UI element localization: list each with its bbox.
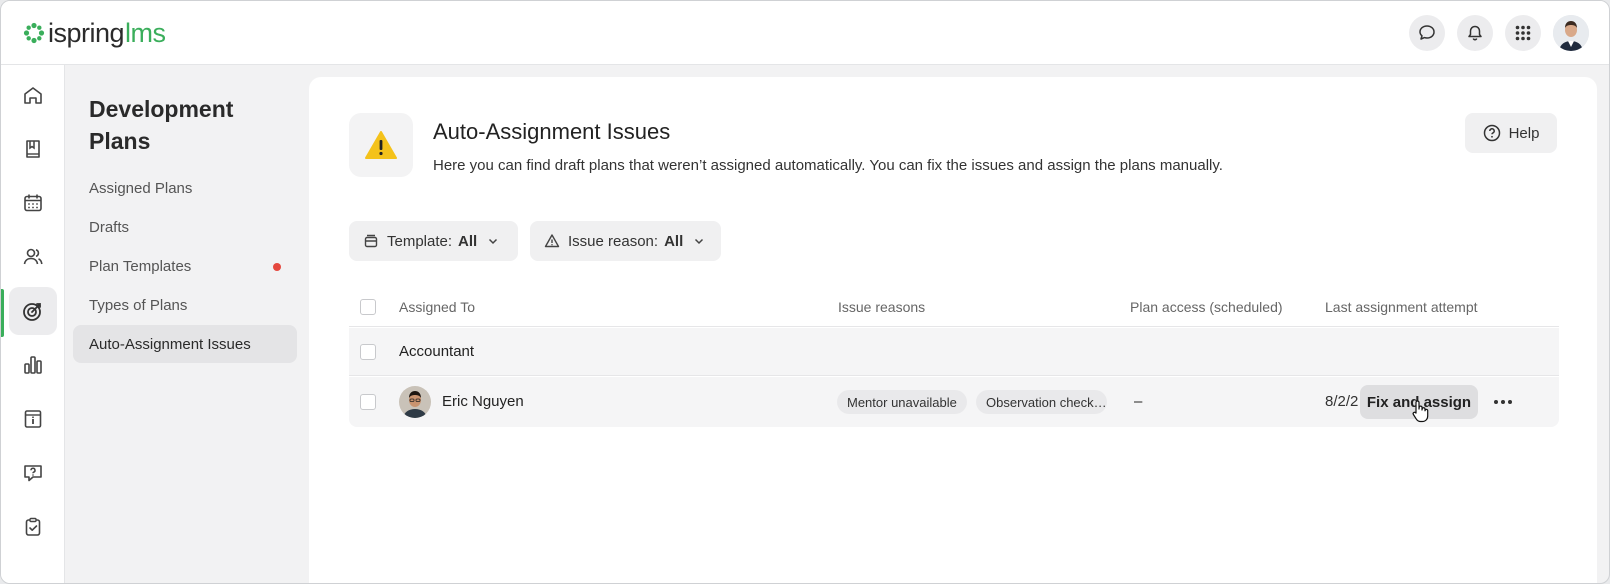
nav-plan-templates[interactable]: Plan Templates: [73, 247, 297, 285]
notification-dot: [273, 263, 281, 271]
user-avatar[interactable]: [1553, 15, 1589, 51]
book-icon: [26, 140, 40, 158]
nav-label: Types of Plans: [89, 296, 188, 314]
rail-users[interactable]: [9, 233, 57, 281]
help-label: Help: [1508, 124, 1540, 142]
notifications-button[interactable]: [1457, 15, 1493, 51]
rail-courses[interactable]: [9, 125, 57, 173]
chevron-down-icon: [489, 238, 498, 245]
home-icon: [24, 87, 42, 104]
page-description: Here you can find draft plans that weren…: [433, 157, 1223, 174]
brand-suffix: lms: [125, 17, 166, 48]
column-assigned-to[interactable]: Assigned To: [399, 299, 475, 315]
logo-icon: [23, 22, 45, 44]
last-attempt-value: 8/2/2: [1325, 393, 1359, 410]
select-all-checkbox[interactable]: [360, 299, 376, 315]
nav-label: Plan Templates: [89, 257, 192, 275]
app-window: ispring lms Development Plans Assigned P…: [0, 0, 1610, 584]
question-chat-icon: [24, 465, 42, 482]
rail-tasks[interactable]: [9, 503, 57, 551]
issue-reason-filter[interactable]: Issue reason: All: [530, 221, 721, 261]
clipboard-check-icon: [25, 517, 41, 536]
nav-drafts[interactable]: Drafts: [73, 208, 297, 246]
nav-label: Auto-Assignment Issues: [89, 335, 251, 353]
issue-chip-observation: Observation check…: [976, 390, 1107, 414]
warning-outline-icon: [544, 234, 560, 248]
brand-name: ispring: [48, 17, 125, 48]
rail-development-plans[interactable]: [9, 287, 57, 335]
filter-value: All: [664, 232, 684, 250]
users-icon: [23, 248, 43, 265]
row-checkbox[interactable]: [360, 394, 376, 410]
rail-active-marker: [1, 289, 4, 337]
bell-icon: [1468, 25, 1482, 41]
table-header: Assigned To Issue reasons Plan access (s…: [349, 287, 1559, 327]
column-issue-reasons[interactable]: Issue reasons: [838, 299, 925, 315]
column-last-assignment[interactable]: Last assignment attempt: [1325, 299, 1478, 315]
group-checkbox[interactable]: [360, 344, 376, 360]
page-title: Auto-Assignment Issues: [433, 119, 671, 144]
person-avatar: [399, 386, 431, 418]
calendar-icon: [24, 194, 42, 212]
section-nav: Development Plans Assigned Plans Drafts …: [65, 65, 309, 583]
rail-questions[interactable]: [9, 449, 57, 497]
rail-reports[interactable]: [9, 341, 57, 389]
main-content: Auto-Assignment Issues Here you can find…: [309, 77, 1597, 583]
filter-label: Issue reason:: [568, 232, 659, 250]
issue-chip-mentor: Mentor unavailable: [837, 390, 967, 414]
warning-icon: [365, 131, 397, 159]
help-button[interactable]: Help: [1465, 113, 1557, 153]
person-name[interactable]: Eric Nguyen: [442, 393, 524, 410]
apps-grid-icon: [1515, 25, 1531, 41]
rail-info[interactable]: [9, 395, 57, 443]
chat-icon: [1419, 25, 1435, 40]
plan-access-value: –: [1134, 393, 1143, 410]
nav-label: Assigned Plans: [89, 179, 193, 197]
template-icon: [364, 234, 378, 248]
rail-calendar[interactable]: [9, 179, 57, 227]
column-plan-access[interactable]: Plan access (scheduled): [1130, 299, 1283, 315]
chevron-down-icon: [695, 238, 704, 245]
more-horizontal-icon: [1494, 400, 1512, 404]
top-bar: ispring lms: [1, 1, 1609, 65]
hand-cursor-icon: [1412, 400, 1429, 423]
warning-badge: [349, 113, 413, 177]
bar-chart-icon: [24, 356, 42, 374]
messages-button[interactable]: [1409, 15, 1445, 51]
rail-home[interactable]: [9, 71, 57, 119]
section-title: Development Plans: [89, 96, 234, 154]
filter-value: All: [458, 232, 478, 250]
row-more-button[interactable]: [1489, 390, 1517, 414]
group-label: Accountant: [399, 343, 475, 360]
nav-label: Drafts: [89, 218, 130, 236]
user-avatar-image: [1553, 15, 1589, 51]
help-circle-icon: [1483, 124, 1500, 142]
brand-logo[interactable]: ispring lms: [23, 17, 166, 49]
group-row[interactable]: Accountant: [349, 328, 1559, 376]
nav-auto-assignment-issues[interactable]: Auto-Assignment Issues: [73, 325, 297, 363]
target-icon: [23, 303, 41, 321]
template-filter[interactable]: Template: All: [349, 221, 518, 261]
top-actions: [1397, 15, 1589, 51]
icon-rail: [1, 65, 65, 583]
apps-button[interactable]: [1505, 15, 1541, 51]
filter-label: Template:: [387, 232, 453, 250]
nav-types-of-plans[interactable]: Types of Plans: [73, 286, 297, 324]
table-row[interactable]: Eric Nguyen Mentor unavailable Observati…: [349, 377, 1559, 427]
nav-assigned-plans[interactable]: Assigned Plans: [73, 169, 297, 207]
info-card-icon: [24, 410, 42, 428]
